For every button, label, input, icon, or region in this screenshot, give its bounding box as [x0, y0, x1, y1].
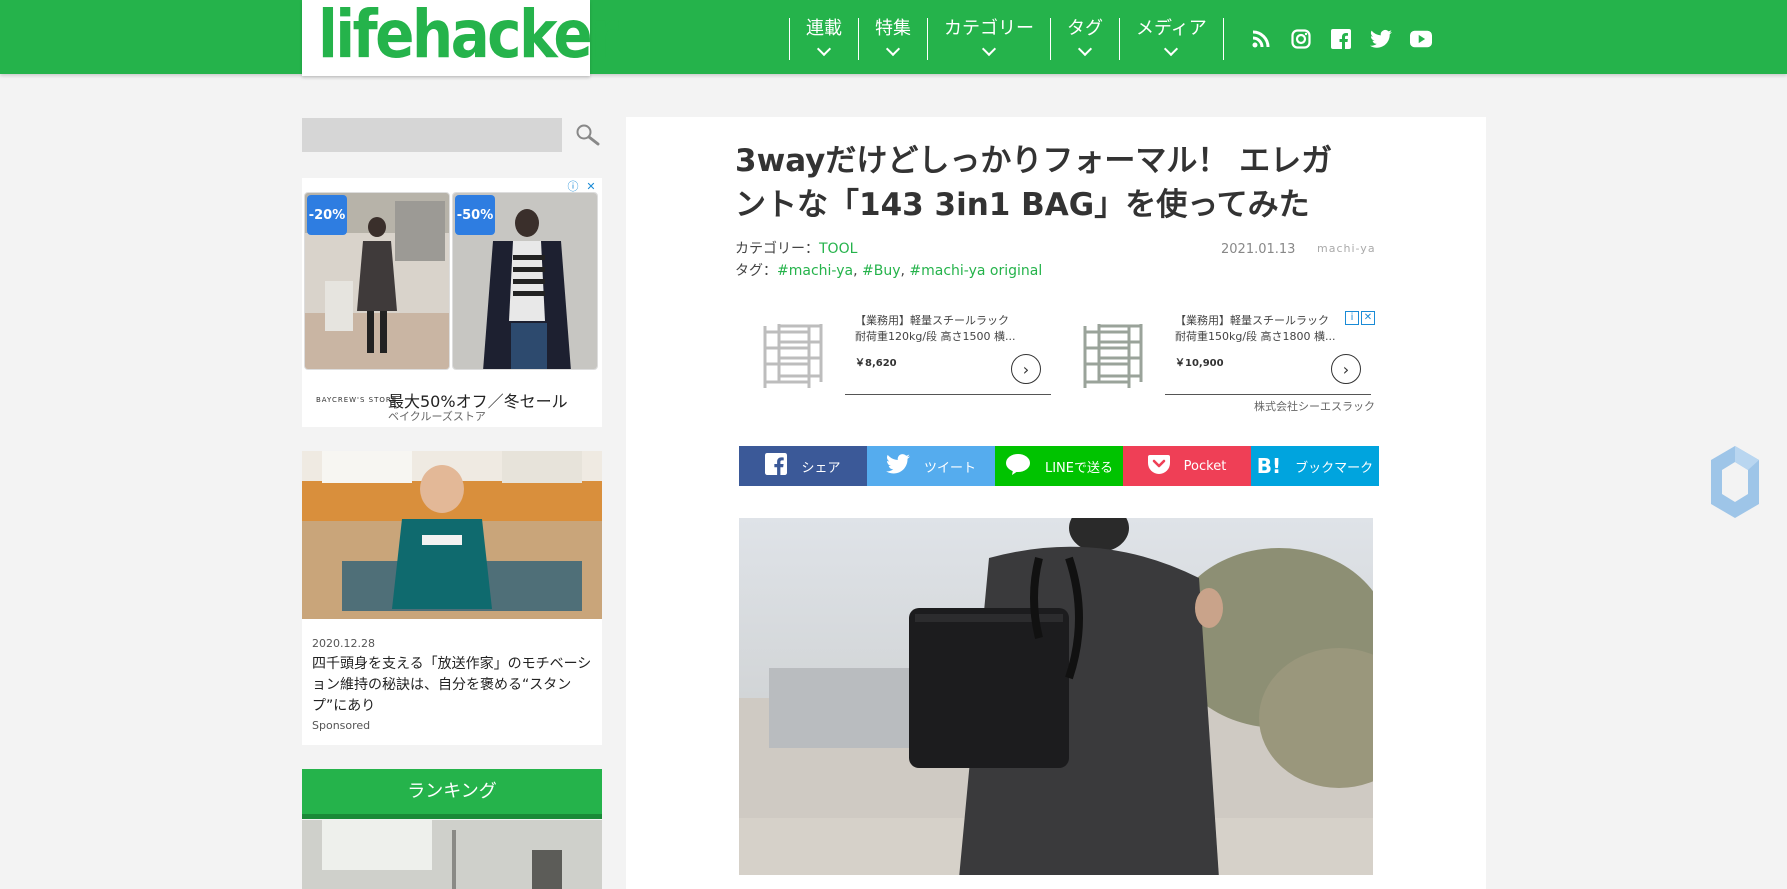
- sponsored-image[interactable]: [302, 451, 602, 619]
- ad-title-line: 耐荷重120kg/段 高さ1500 横...: [855, 330, 1016, 343]
- chevron-right-icon[interactable]: ›: [1331, 354, 1361, 384]
- native-ad-item[interactable]: 【業務用】軽量スチールラック 耐荷重150kg/段 高さ1800 横... ￥10…: [1055, 308, 1375, 408]
- search-icon[interactable]: [574, 122, 602, 150]
- logo-link[interactable]: lifehacker: [302, 0, 619, 76]
- ad-product-image[interactable]: [751, 322, 831, 390]
- ad-product-image[interactable]: -50%: [452, 192, 598, 370]
- nav-divider: [1222, 18, 1224, 60]
- main-nav: 連載 特集 カテゴリー タグ メディア: [789, 18, 1224, 60]
- nav-label: 連載: [806, 18, 842, 39]
- native-ad-item[interactable]: 【業務用】軽量スチールラック 耐荷重120kg/段 高さ1500 横... ￥8,…: [735, 308, 1055, 408]
- ranking-item-image[interactable]: [302, 820, 602, 889]
- article-category: カテゴリー：TOOL: [735, 238, 857, 258]
- nav-label: カテゴリー: [944, 18, 1034, 39]
- share-facebook-button[interactable]: シェア: [739, 446, 867, 486]
- article-hero-image: [739, 518, 1373, 875]
- tag-link[interactable]: #machi-ya original: [909, 263, 1042, 279]
- share-pocket-button[interactable]: Pocket: [1123, 446, 1251, 486]
- nav-item-category[interactable]: カテゴリー: [927, 18, 1050, 60]
- chevron-down-icon: [1077, 41, 1093, 57]
- discount-badge: -20%: [307, 195, 347, 235]
- tags-label: タグ：: [735, 263, 777, 279]
- ad-price: ￥8,620: [855, 358, 897, 369]
- share-label: LINEで送る: [1044, 460, 1113, 476]
- discount-badge: -50%: [455, 195, 495, 235]
- article-title: 3wayだけどしっかりフォーマル！ エレガントな「143 3in1 BAG」を使…: [735, 143, 1333, 223]
- sponsored-title[interactable]: 四千頭身を支える「放送作家」のモチベーション維持の秘訣は、自分を褒める“スタンプ…: [312, 654, 596, 717]
- pocket-icon: [1147, 454, 1170, 479]
- facebook-icon[interactable]: [1330, 28, 1352, 50]
- divider: [845, 394, 1051, 395]
- category-label: カテゴリー：: [735, 241, 819, 257]
- sponsored-card[interactable]: 2020.12.28 四千頭身を支える「放送作家」のモチベーション維持の秘訣は、…: [302, 451, 602, 745]
- site-logo: lifehacker: [318, 0, 619, 73]
- ad-title[interactable]: 【業務用】軽量スチールラック 耐荷重150kg/段 高さ1800 横...: [1175, 313, 1336, 345]
- sponsored-label: Sponsored: [312, 719, 371, 732]
- close-icon[interactable]: ✕: [1361, 311, 1375, 325]
- youtube-icon[interactable]: [1410, 28, 1432, 50]
- publisher-logo: machi-ya: [1317, 242, 1376, 255]
- ad-title-line: 【業務用】軽量スチールラック: [855, 314, 1009, 327]
- nav-item-series[interactable]: 連載: [789, 18, 858, 60]
- chevron-right-icon[interactable]: ›: [1011, 354, 1041, 384]
- nav-label: 特集: [875, 18, 911, 39]
- social-links: [1250, 28, 1432, 50]
- share-hatena-button[interactable]: B! ブックマーク: [1251, 446, 1379, 486]
- ad-info-icon[interactable]: i: [1345, 311, 1359, 325]
- article-date: 2021.01.13: [1221, 242, 1296, 257]
- line-icon: [1005, 453, 1031, 480]
- search-input[interactable]: [302, 118, 562, 152]
- chevron-down-icon: [1164, 41, 1179, 57]
- hatena-bookmark-icon: B!: [1256, 454, 1282, 478]
- ad-advertiser: 株式会社シーエスラック: [1254, 400, 1375, 413]
- share-line-button[interactable]: LINEで送る: [995, 446, 1123, 486]
- chevron-down-icon: [885, 41, 901, 57]
- ad-title-line: 【業務用】軽量スチールラック: [1175, 314, 1329, 327]
- article-container: 3wayだけどしっかりフォーマル！ エレガントな「143 3in1 BAG」を使…: [626, 117, 1486, 889]
- site-header: lifehacker 連載 特集 カテゴリー タグ メディア: [0, 0, 1787, 76]
- tag-link[interactable]: #machi-ya: [777, 263, 853, 279]
- sidebar-ad-banner[interactable]: ⓘ ✕ -20% -50% BAYCREW'S STORE 最大50%オフ／冬セ…: [302, 178, 602, 427]
- facebook-icon: [765, 452, 788, 480]
- native-ad: 【業務用】軽量スチールラック 耐荷重120kg/段 高さ1500 横... ￥8,…: [735, 308, 1375, 418]
- ad-advertiser: ベイクルーズストア: [388, 410, 486, 423]
- share-label: ブックマーク: [1295, 460, 1374, 476]
- ad-product-image[interactable]: [1071, 322, 1151, 390]
- rss-icon[interactable]: [1250, 28, 1272, 50]
- hexagon-widget-icon[interactable]: [1708, 444, 1762, 520]
- nav-label: メディア: [1136, 18, 1207, 39]
- sponsored-date: 2020.12.28: [312, 637, 375, 650]
- twitter-icon: [885, 453, 910, 479]
- chevron-down-icon: [981, 41, 997, 57]
- nav-item-media[interactable]: メディア: [1119, 18, 1223, 60]
- share-label: Pocket: [1183, 458, 1227, 474]
- tag-link[interactable]: #Buy: [862, 263, 901, 279]
- ad-product-image[interactable]: -20%: [304, 192, 450, 370]
- nav-item-tags[interactable]: タグ: [1050, 18, 1119, 60]
- article-tags: タグ：#machi-ya, #Buy, #machi-ya original: [735, 263, 1043, 279]
- ad-choices[interactable]: i ✕: [1345, 311, 1375, 325]
- share-label: ツイート: [923, 460, 976, 476]
- nav-label: タグ: [1067, 18, 1103, 39]
- category-link[interactable]: TOOL: [819, 241, 857, 257]
- instagram-icon[interactable]: [1290, 28, 1312, 50]
- ad-price: ￥10,900: [1175, 358, 1224, 369]
- twitter-icon[interactable]: [1370, 28, 1392, 50]
- share-bar: シェア ツイート LINEで送る Pocket B! ブックマーク: [739, 446, 1379, 486]
- ad-title[interactable]: 【業務用】軽量スチールラック 耐荷重120kg/段 高さ1500 横...: [855, 313, 1016, 345]
- ranking-heading: ランキング: [302, 769, 602, 819]
- ad-title-line: 耐荷重150kg/段 高さ1800 横...: [1175, 330, 1336, 343]
- chevron-down-icon: [816, 41, 832, 57]
- share-twitter-button[interactable]: ツイート: [867, 446, 995, 486]
- nav-item-features[interactable]: 特集: [858, 18, 927, 60]
- ad-brand-logo: BAYCREW'S STORE: [316, 396, 398, 404]
- share-label: シェア: [801, 460, 841, 476]
- divider: [1165, 394, 1371, 395]
